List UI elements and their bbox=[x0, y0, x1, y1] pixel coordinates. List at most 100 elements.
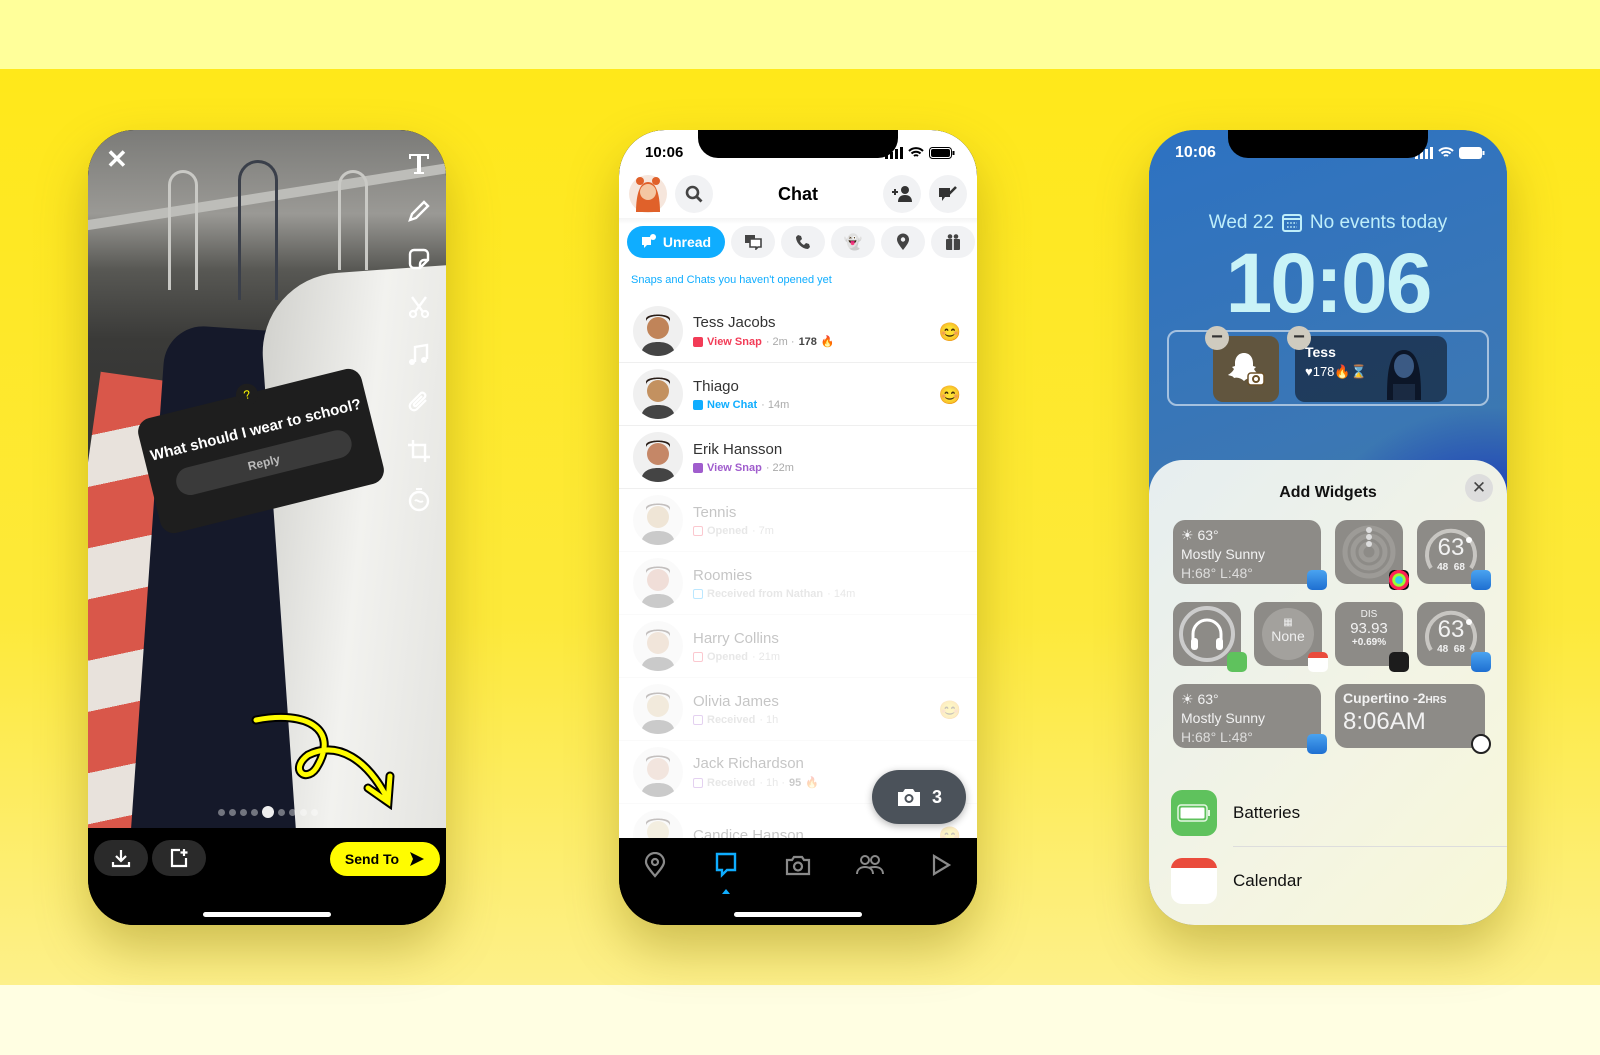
conversation-row[interactable]: Thiago New Chat · 14m 😊 bbox=[619, 363, 977, 426]
page-dot[interactable] bbox=[229, 808, 236, 816]
page-dot[interactable] bbox=[311, 808, 318, 816]
close-sheet-button[interactable]: ✕ bbox=[1465, 474, 1493, 502]
conversation-status: View Snap · 22m bbox=[693, 462, 794, 474]
add-story-button[interactable] bbox=[152, 840, 206, 876]
weather-highlow: H:68° L:48° bbox=[1181, 565, 1253, 581]
temperature-gauge-widget[interactable]: 63 48 68 bbox=[1417, 602, 1491, 672]
friend-avatar[interactable] bbox=[633, 621, 683, 671]
app-row-calendar[interactable]: Calendar bbox=[1171, 858, 1302, 904]
friend-avatar[interactable] bbox=[633, 558, 683, 608]
download-button[interactable] bbox=[94, 840, 148, 876]
friend-avatar[interactable] bbox=[633, 684, 683, 734]
conversation-status: Received · 1h bbox=[693, 714, 779, 726]
bottom-band bbox=[0, 985, 1600, 1055]
friend-widget[interactable]: Tess ♥178🔥⌛ bbox=[1295, 336, 1447, 402]
app-row-batteries[interactable]: Batteries bbox=[1171, 790, 1300, 836]
gauge-low: 48 bbox=[1437, 644, 1449, 655]
gauge-temp: 63 bbox=[1437, 616, 1465, 643]
nav-spotlight[interactable] bbox=[926, 850, 956, 880]
editor-toolbar bbox=[404, 148, 434, 514]
nav-camera[interactable] bbox=[783, 850, 813, 880]
page-dot[interactable] bbox=[278, 808, 285, 816]
camera-fab[interactable]: 3 bbox=[872, 770, 966, 824]
status-time: 10:06 bbox=[1175, 144, 1216, 161]
friend-avatar[interactable] bbox=[633, 369, 683, 419]
conversation-row[interactable]: Roomies Received from Nathan · 14m bbox=[619, 552, 977, 615]
profile-avatar[interactable] bbox=[629, 175, 667, 213]
status-meta: · 14m bbox=[827, 587, 856, 600]
crop-tool-icon[interactable] bbox=[404, 436, 434, 466]
stocks-widget[interactable]: DIS 93.93 +0.69% bbox=[1335, 602, 1409, 672]
status-meta: · 1h · bbox=[759, 776, 785, 789]
status-icon bbox=[693, 399, 703, 410]
gauge-temp: 63 bbox=[1437, 534, 1465, 561]
filter-unread[interactable]: Unread bbox=[627, 226, 725, 258]
weather-widget[interactable]: ☀ 63° Mostly Sunny H:68° L:48° bbox=[1173, 520, 1327, 590]
pen-tool-icon[interactable] bbox=[404, 196, 434, 226]
friend-avatar[interactable] bbox=[633, 810, 683, 838]
page-dot[interactable] bbox=[262, 806, 274, 818]
page-dot[interactable] bbox=[300, 808, 307, 816]
remove-widget-button[interactable]: − bbox=[1205, 326, 1229, 350]
status-label: Received from Nathan bbox=[707, 587, 824, 600]
send-to-button[interactable]: Send To bbox=[330, 842, 440, 876]
page-dot[interactable] bbox=[218, 808, 225, 816]
top-band bbox=[0, 0, 1600, 69]
filter-location[interactable] bbox=[881, 226, 925, 258]
conversation-name: Harry Collins bbox=[693, 629, 779, 647]
clock-offset: -2 bbox=[1413, 690, 1426, 706]
page-dot[interactable] bbox=[240, 808, 247, 816]
nav-map[interactable] bbox=[640, 850, 670, 880]
nav-stories[interactable] bbox=[855, 850, 885, 880]
close-icon[interactable]: ✕ bbox=[106, 146, 128, 172]
clock-offset-unit: HRS bbox=[1425, 695, 1447, 706]
clock-time: 8:06AM bbox=[1343, 708, 1426, 735]
filter-ghost[interactable]: 👻 bbox=[831, 226, 875, 258]
friend-avatar[interactable] bbox=[633, 432, 683, 482]
conversation-row[interactable]: Tess Jacobs View Snap · 2m · 178 🔥 😊 bbox=[619, 300, 977, 363]
music-tool-icon[interactable] bbox=[404, 340, 434, 370]
remove-widget-button[interactable]: − bbox=[1287, 326, 1311, 350]
friend-emoji-icon: 😊 bbox=[938, 700, 961, 720]
friend-avatar[interactable] bbox=[633, 495, 683, 545]
conversation-row[interactable]: Tennis Opened · 7m bbox=[619, 489, 977, 552]
status-label: Received bbox=[707, 776, 756, 789]
stock-price: 93.93 bbox=[1350, 620, 1388, 637]
weather-app-badge bbox=[1307, 570, 1327, 590]
timer-tool-icon[interactable] bbox=[404, 484, 434, 514]
conversation-row[interactable]: Olivia James Received · 1h 😊 bbox=[619, 678, 977, 741]
sticker-tool-icon[interactable] bbox=[404, 244, 434, 274]
text-tool-icon[interactable] bbox=[404, 148, 434, 178]
activity-widget[interactable] bbox=[1335, 520, 1409, 590]
add-friend-button[interactable] bbox=[883, 175, 921, 213]
search-icon bbox=[685, 185, 703, 203]
headphones-battery-widget[interactable] bbox=[1173, 602, 1247, 672]
send-arrow-icon bbox=[410, 852, 425, 866]
filter-calls[interactable] bbox=[781, 226, 825, 258]
page-dot[interactable] bbox=[251, 808, 258, 816]
stock-change: +0.69% bbox=[1351, 637, 1387, 648]
filter-gift[interactable] bbox=[931, 226, 975, 258]
chat-header: Chat bbox=[629, 174, 967, 214]
search-button[interactable] bbox=[675, 175, 713, 213]
play-icon bbox=[933, 854, 952, 876]
page-dot[interactable] bbox=[289, 808, 296, 816]
paperclip-tool-icon[interactable] bbox=[404, 388, 434, 418]
conversation-row[interactable]: Harry Collins Opened · 21m bbox=[619, 615, 977, 678]
weather-temp: 63° bbox=[1197, 691, 1219, 707]
temperature-gauge-widget[interactable]: 63 48 68 bbox=[1417, 520, 1491, 590]
nav-chat[interactable] bbox=[711, 850, 741, 894]
arrow-drawing bbox=[251, 712, 395, 810]
app-label: Batteries bbox=[1233, 803, 1301, 822]
friend-avatar[interactable] bbox=[633, 747, 683, 797]
world-clock-widget[interactable]: Cupertino -2HRS 8:06AM bbox=[1335, 684, 1491, 754]
date-line: Wed 22 No events today bbox=[1149, 212, 1507, 234]
weather-widget[interactable]: ☀ 63° Mostly Sunny H:68° L:48° bbox=[1173, 684, 1327, 754]
calendar-widget[interactable]: ▦ None bbox=[1254, 602, 1328, 672]
conversation-name: Jack Richardson bbox=[693, 755, 804, 772]
new-chat-button[interactable] bbox=[929, 175, 967, 213]
conversation-row[interactable]: Erik Hansson View Snap · 22m bbox=[619, 426, 977, 489]
scissors-tool-icon[interactable] bbox=[404, 292, 434, 322]
friend-avatar[interactable] bbox=[633, 306, 683, 356]
filter-chats[interactable] bbox=[731, 226, 775, 258]
